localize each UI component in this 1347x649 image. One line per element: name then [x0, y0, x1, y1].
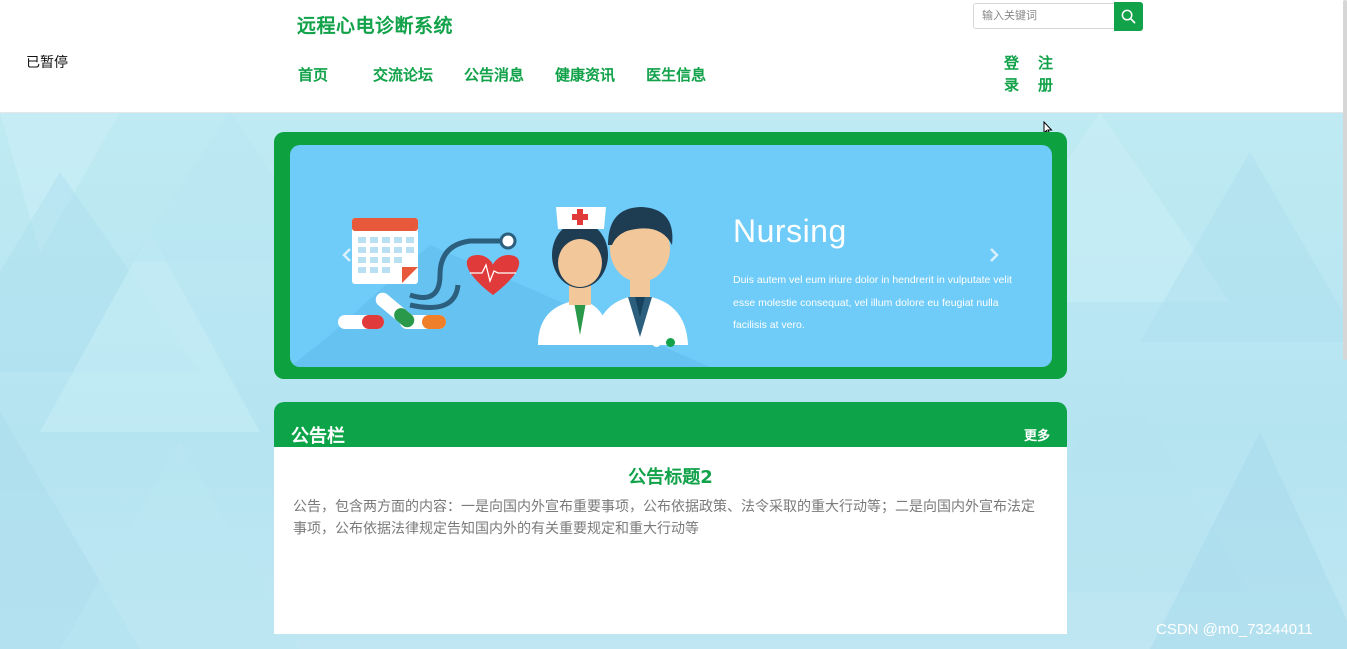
banner-text: Duis autem vel eum iriure dolor in hendr…: [733, 274, 1012, 331]
banner-carousel: Nursing Duis autem vel eum iriure dolor …: [274, 132, 1067, 379]
nav-doctors[interactable]: 医生信息: [646, 64, 706, 85]
carousel-indicators: [652, 338, 675, 347]
watermark: CSDN @m0_73244011: [1156, 621, 1313, 638]
top-header: 已暂停 远程心电诊断系统 首页 交流论坛 公告消息 健康资讯 医生信息 登 录 …: [0, 0, 1347, 113]
nav-home[interactable]: 首页: [298, 64, 328, 85]
notice-header: 公告栏 更多: [274, 402, 1067, 447]
site-title[interactable]: 远程心电诊断系统: [297, 11, 453, 38]
search-icon: [1121, 9, 1136, 24]
notice-heading: 公告栏: [291, 426, 345, 447]
more-link[interactable]: 更多: [1024, 425, 1050, 444]
search-button[interactable]: [1114, 2, 1143, 31]
banner-title: Nursing: [733, 213, 847, 249]
register-char-1: 注: [1038, 54, 1054, 72]
notice-body: 公告，包含两方面的内容：一是向国内外宣布重要事项，公布依据政策、法令采取的重大行…: [293, 499, 1035, 537]
carousel-dot-2[interactable]: [666, 338, 675, 347]
chevron-left-icon[interactable]: [340, 245, 354, 265]
carousel-dot-1[interactable]: [652, 338, 661, 347]
login-char-1: 登: [1004, 54, 1020, 72]
search-input[interactable]: [973, 3, 1114, 29]
notice-title[interactable]: 公告标题2: [274, 463, 1067, 489]
nav-health-news[interactable]: 健康资讯: [555, 64, 615, 85]
register-char-2: 册: [1038, 76, 1054, 94]
paused-overlay-text: 已暂停: [26, 55, 68, 71]
main-nav: 首页 交流论坛 公告消息 健康资讯 医生信息: [298, 64, 737, 85]
nav-forum[interactable]: 交流论坛: [373, 64, 433, 85]
banner-slide[interactable]: Nursing Duis autem vel eum iriure dolor …: [290, 145, 1052, 367]
notice-panel: 公告栏 更多 公告标题2 公告，包含两方面的内容：一是向国内外宣布重要事项，公布…: [274, 402, 1067, 634]
login-char-2: 录: [1004, 76, 1020, 94]
vertical-scrollbar[interactable]: [1343, 0, 1347, 360]
register-link[interactable]: 注 册: [1038, 52, 1054, 96]
login-link[interactable]: 登 录: [1004, 52, 1020, 96]
chevron-right-icon[interactable]: [987, 245, 1001, 265]
nav-announcements[interactable]: 公告消息: [464, 64, 524, 85]
